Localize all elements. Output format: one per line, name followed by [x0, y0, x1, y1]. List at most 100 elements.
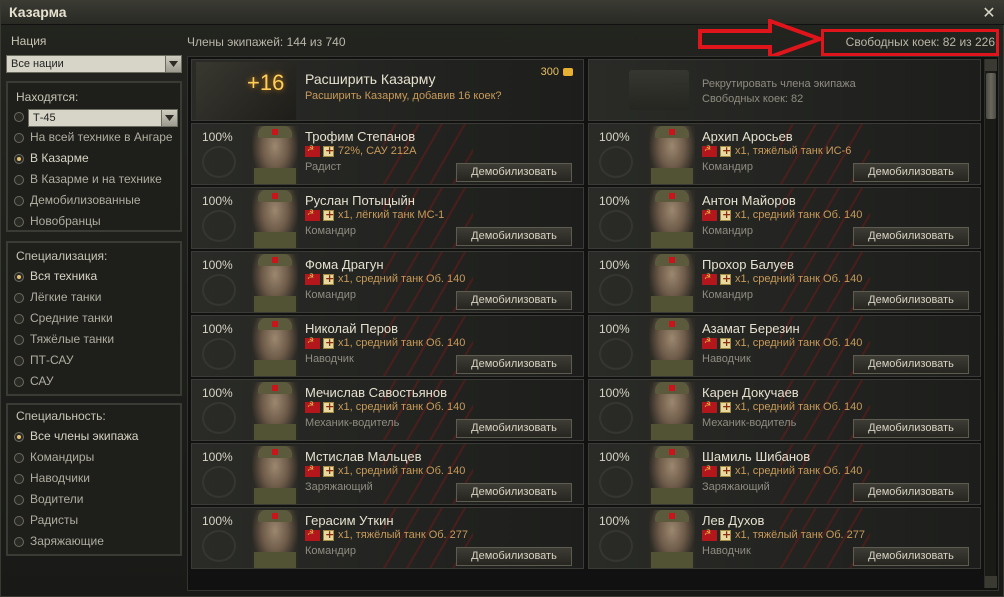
- radio-button[interactable]: [14, 432, 24, 442]
- demobilize-button[interactable]: Демобилизовать: [853, 163, 969, 182]
- crew-card[interactable]: 100% Мстислав Мальцевx1, средний танк Об.…: [191, 443, 584, 505]
- crew-card[interactable]: 100% Шамиль Шибановx1, средний танк Об. 1…: [588, 443, 981, 505]
- filter-option[interactable]: ПТ-САУ: [14, 353, 174, 369]
- scroll-down-button[interactable]: [985, 576, 997, 588]
- crew-card[interactable]: 100% Трофим Степанов72%, САУ 212А Радист Де…: [191, 123, 584, 185]
- crew-skill-percent: 100%: [202, 450, 233, 464]
- location-tank-row[interactable]: Т-45: [14, 109, 178, 127]
- crew-portrait: [649, 446, 695, 504]
- crew-role: Радист: [305, 161, 342, 173]
- radio-button[interactable]: [14, 495, 24, 505]
- crew-card[interactable]: 100% Герасим Уткинx1, тяжёлый танк Об. 27…: [191, 507, 584, 569]
- filter-option[interactable]: Средние танки: [14, 311, 174, 327]
- filter-option[interactable]: Радисты: [14, 513, 174, 529]
- filter-option-label: Командиры: [30, 450, 95, 464]
- scroll-up-button[interactable]: [985, 59, 997, 71]
- radio-button[interactable]: [14, 537, 24, 547]
- radio-button[interactable]: [14, 335, 24, 345]
- radio-button[interactable]: [14, 314, 24, 324]
- demobilize-button[interactable]: Демобилизовать: [456, 547, 572, 566]
- radio-button[interactable]: [14, 154, 24, 164]
- crew-card[interactable]: 100% Карен Докучаевx1, средний танк Об. 1…: [588, 379, 981, 441]
- ussr-flag-icon: [702, 144, 717, 157]
- demobilize-button[interactable]: Демобилизовать: [853, 291, 969, 310]
- crew-card[interactable]: 100% Фома Драгунx1, средний танк Об. 140 К…: [191, 251, 584, 313]
- filter-option[interactable]: Водители: [14, 492, 174, 508]
- crew-list[interactable]: +16 Расширить Казарму Расширить Казарму,…: [187, 56, 999, 591]
- crew-card[interactable]: 100% Антон Майоровx1, средний танк Об. 14…: [588, 187, 981, 249]
- expand-barracks-card[interactable]: +16 Расширить Казарму Расширить Казарму,…: [191, 59, 584, 121]
- radio-button[interactable]: [14, 293, 24, 303]
- demobilize-button[interactable]: Демобилизовать: [456, 163, 572, 182]
- radio-button[interactable]: [14, 474, 24, 484]
- crew-card[interactable]: 100% Прохор Балуевx1, средний танк Об. 14…: [588, 251, 981, 313]
- demobilize-button[interactable]: Демобилизовать: [456, 483, 572, 502]
- crew-skill-percent: 100%: [202, 322, 233, 336]
- crew-card[interactable]: 100% Азамат Березинx1, средний танк Об. 1…: [588, 315, 981, 377]
- filter-option[interactable]: На всей технике в Ангаре: [14, 130, 174, 146]
- highlight-box: [821, 29, 999, 56]
- nation-select[interactable]: Все нации: [6, 55, 182, 73]
- crew-portrait: [649, 254, 695, 312]
- radio-button[interactable]: [14, 175, 24, 185]
- radio-button[interactable]: [14, 377, 24, 387]
- radio-button[interactable]: [14, 217, 24, 227]
- crew-portrait: [649, 510, 695, 568]
- close-icon[interactable]: ✕: [981, 5, 997, 21]
- demobilize-button[interactable]: Демобилизовать: [456, 419, 572, 438]
- crew-name: Карен Докучаев: [702, 385, 799, 400]
- demobilize-button[interactable]: Демобилизовать: [853, 419, 969, 438]
- filter-option[interactable]: Новобранцы: [14, 214, 174, 230]
- crew-tank-info: x1, средний танк Об. 140: [338, 465, 466, 477]
- crew-skill-percent: 100%: [599, 130, 630, 144]
- radio-button[interactable]: [14, 133, 24, 143]
- nation-label: Нация: [11, 34, 47, 48]
- role-emblem-icon: [202, 146, 236, 178]
- specialization-header: Специализация:: [16, 249, 108, 263]
- filter-option-label: Средние танки: [30, 311, 113, 325]
- demobilize-button[interactable]: Демобилизовать: [456, 291, 572, 310]
- crew-portrait: [252, 190, 298, 248]
- crew-portrait: [649, 126, 695, 184]
- demobilize-button[interactable]: Демобилизовать: [853, 227, 969, 246]
- radio-button[interactable]: [14, 112, 24, 122]
- skill-icon: [720, 144, 731, 157]
- location-header: Находятся:: [16, 90, 79, 104]
- crew-card[interactable]: 100% Николай Перовx1, средний танк Об. 14…: [191, 315, 584, 377]
- filter-option[interactable]: Лёгкие танки: [14, 290, 174, 306]
- scrollbar[interactable]: [984, 59, 997, 588]
- scroll-thumb[interactable]: [986, 73, 996, 119]
- crew-card[interactable]: 100% Руслан Потыцыйнx1, лёгкий танк МС-1 К…: [191, 187, 584, 249]
- demobilize-button[interactable]: Демобилизовать: [853, 355, 969, 374]
- filter-option[interactable]: Наводчики: [14, 471, 174, 487]
- filter-option[interactable]: САУ: [14, 374, 174, 390]
- role-emblem-icon: [202, 466, 236, 498]
- filter-option[interactable]: Командиры: [14, 450, 174, 466]
- crew-card[interactable]: 100% Лев Духовx1, тяжёлый танк Об. 277 Нав…: [588, 507, 981, 569]
- filter-option[interactable]: Заряжающие: [14, 534, 174, 550]
- radio-button[interactable]: [14, 356, 24, 366]
- filter-option[interactable]: Вся техника: [14, 269, 174, 285]
- crew-name: Шамиль Шибанов: [702, 449, 811, 464]
- demobilize-button[interactable]: Демобилизовать: [456, 355, 572, 374]
- demobilize-button[interactable]: Демобилизовать: [853, 483, 969, 502]
- demobilize-button[interactable]: Демобилизовать: [456, 227, 572, 246]
- filter-option[interactable]: Все члены экипажа: [14, 429, 174, 445]
- radio-button[interactable]: [14, 516, 24, 526]
- filter-option[interactable]: В Казарме: [14, 151, 174, 167]
- filter-option-label: На всей технике в Ангаре: [30, 130, 173, 144]
- radio-button[interactable]: [14, 196, 24, 206]
- radio-button[interactable]: [14, 272, 24, 282]
- filter-option[interactable]: Тяжёлые танки: [14, 332, 174, 348]
- crew-name: Архип Аросьев: [702, 129, 793, 144]
- crew-card[interactable]: 100% Архип Аросьевx1, тяжёлый танк ИС-6 Ко…: [588, 123, 981, 185]
- filter-option[interactable]: В Казарме и на технике: [14, 172, 174, 188]
- filter-option[interactable]: Демобилизованные: [14, 193, 174, 209]
- recruit-card[interactable]: Рекрутировать члена экипажа Свободных ко…: [588, 59, 981, 121]
- demobilize-button[interactable]: Демобилизовать: [853, 547, 969, 566]
- crew-role: Механик-водитель: [305, 417, 400, 429]
- members-count: Члены экипажей: 144 из 740: [187, 35, 346, 49]
- radio-button[interactable]: [14, 453, 24, 463]
- crew-card[interactable]: 100% Мечислав Савостьяновx1, средний танк…: [191, 379, 584, 441]
- tank-select[interactable]: Т-45: [28, 109, 178, 127]
